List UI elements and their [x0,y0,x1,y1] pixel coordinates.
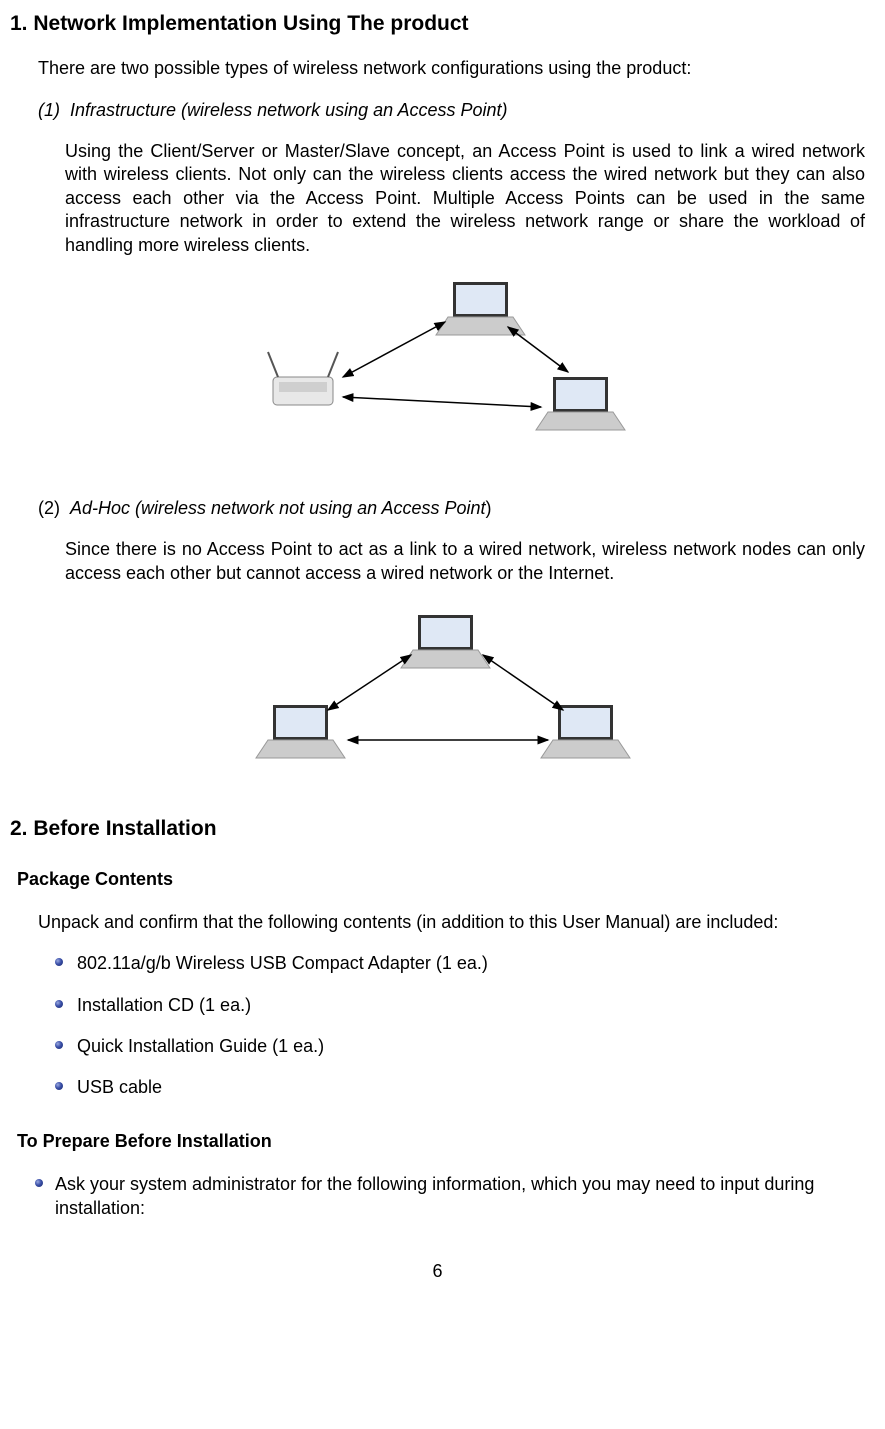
laptop-icon [436,282,525,335]
list-item: Quick Installation Guide (1 ea.) [55,1035,865,1058]
laptop-icon [536,377,625,430]
adhoc-diagram [10,600,865,790]
item-1-header: (1) Infrastructure (wireless network usi… [38,99,865,122]
item-1-number: (1) [38,100,60,120]
prepare-heading: To Prepare Before Installation [17,1130,865,1153]
package-contents-heading: Package Contents [17,868,865,891]
item-2-close-paren: ) [486,498,492,518]
prepare-list: Ask your system administrator for the fo… [10,1173,865,1220]
package-contents-intro: Unpack and confirm that the following co… [38,911,865,934]
section-1-heading: 1. Network Implementation Using The prod… [10,10,865,37]
item-2-title: Ad-Hoc (wireless network not using an Ac… [70,498,486,518]
section-2-heading: 2. Before Installation [10,815,865,842]
list-item: Ask your system administrator for the fo… [35,1173,865,1220]
list-item: 802.11a/g/b Wireless USB Compact Adapter… [55,952,865,975]
infrastructure-diagram [10,272,865,472]
item-1-body: Using the Client/Server or Master/Slave … [65,140,865,257]
package-contents-list: 802.11a/g/b Wireless USB Compact Adapter… [10,952,865,1100]
item-2-body: Since there is no Access Point to act as… [65,538,865,585]
laptop-icon [541,705,630,758]
item-1-title: Infrastructure (wireless network using a… [70,100,508,120]
list-item: Installation CD (1 ea.) [55,994,865,1017]
section-1-intro: There are two possible types of wireless… [38,57,865,80]
item-2-header: (2) Ad-Hoc (wireless network not using a… [38,497,865,520]
access-point-icon [268,352,338,405]
laptop-icon [256,705,345,758]
laptop-icon [401,615,490,668]
list-item: USB cable [55,1076,865,1099]
item-2-number: (2) [38,498,60,518]
page-number: 6 [10,1260,865,1283]
